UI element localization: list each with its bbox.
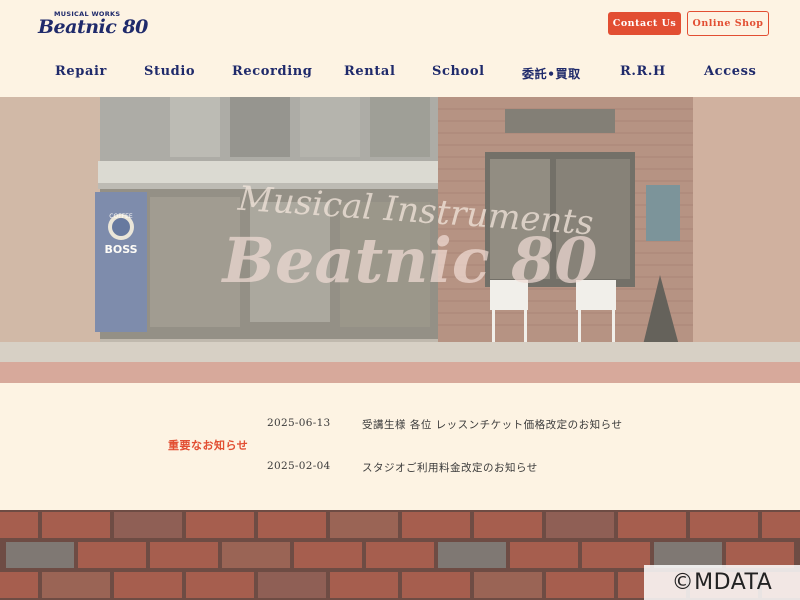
site-logo[interactable]: MUSICAL WORKS Beatnic 80 — [38, 10, 148, 44]
news-date: 2025-02-04 — [267, 460, 331, 472]
main-nav: Repair Studio Recording Rental School 委託… — [0, 64, 800, 86]
online-shop-button[interactable]: Online Shop — [687, 11, 769, 36]
nav-item-recording[interactable]: Recording — [232, 64, 312, 79]
news-section: 重要なお知らせ 2025-06-13 受講生様 各位 レッスンチケット価格改定の… — [0, 383, 800, 510]
nav-item-school[interactable]: School — [432, 64, 485, 79]
nav-item-rental[interactable]: Rental — [344, 64, 396, 79]
news-date: 2025-06-13 — [267, 417, 331, 429]
news-title-link[interactable]: スタジオご利用料金改定のお知らせ — [362, 460, 538, 475]
nav-item-repair[interactable]: Repair — [55, 64, 107, 79]
copyright-watermark: ©MDATA — [644, 565, 800, 600]
contact-us-button[interactable]: Contact Us — [608, 12, 681, 35]
nav-item-access[interactable]: Access — [704, 64, 756, 79]
logo-name: Beatnic 80 — [38, 16, 148, 38]
news-title-link[interactable]: 受講生様 各位 レッスンチケット価格改定のお知らせ — [362, 417, 622, 432]
storefront-illustration: COFFEE BOSS Musical Instruments Beatnic … — [0, 97, 800, 383]
hero-overlay-name: Beatnic 80 — [221, 224, 598, 297]
nav-item-consignment[interactable]: 委託•買取 — [522, 65, 581, 82]
important-notice-heading: 重要なお知らせ — [168, 439, 249, 452]
hero-storefront-image: COFFEE BOSS Musical Instruments Beatnic … — [0, 97, 800, 383]
nav-item-studio[interactable]: Studio — [144, 64, 195, 79]
nav-item-rrh[interactable]: R.R.H — [620, 64, 666, 79]
site-header: MUSICAL WORKS Beatnic 80 Contact Us Onli… — [0, 0, 800, 97]
